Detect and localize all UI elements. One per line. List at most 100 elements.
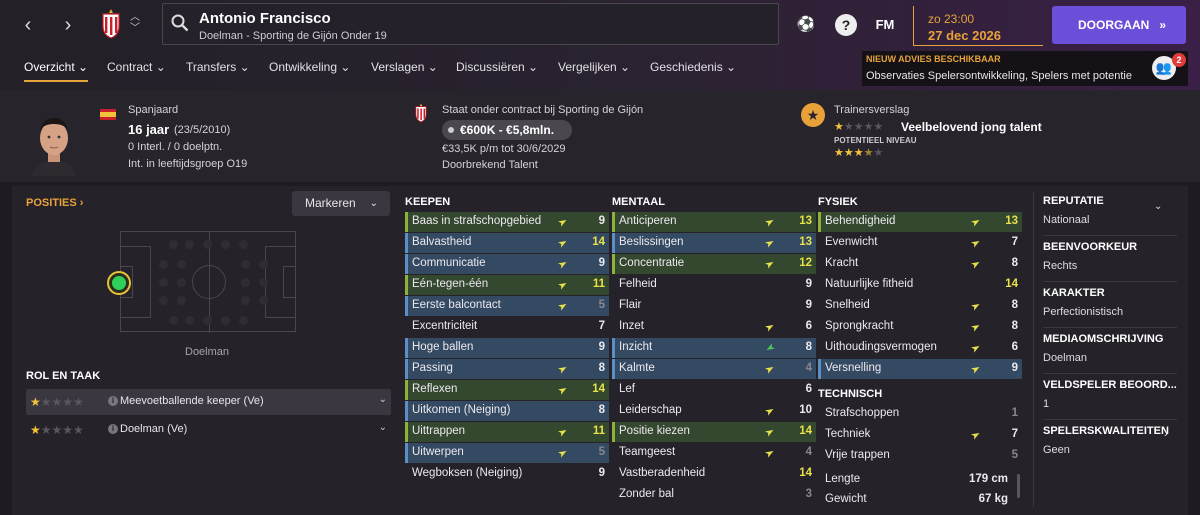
attribute-row[interactable]: Communicatie 9 bbox=[405, 254, 609, 274]
info-value: Doelman bbox=[1043, 352, 1088, 364]
attribute-name: Beslissingen bbox=[619, 236, 684, 248]
attribute-value: 8 bbox=[1011, 299, 1018, 311]
attribute-row[interactable]: Strafschoppen 1 bbox=[818, 404, 1022, 424]
attribute-name: Kracht bbox=[825, 257, 859, 269]
trend-arrow-icon bbox=[765, 220, 774, 227]
attribute-row[interactable]: Sprongkracht 8 bbox=[818, 317, 1022, 337]
attribute-row[interactable]: Uithoudingsvermogen 6 bbox=[818, 338, 1022, 358]
attribute-row[interactable]: Inzicht 8 bbox=[612, 338, 816, 358]
chevron-down-icon[interactable]: ⌄ bbox=[379, 394, 387, 405]
info-icon[interactable]: i bbox=[108, 396, 118, 406]
attribute-row[interactable]: Baas in strafschopgebied 9 bbox=[405, 212, 609, 232]
tab-discussieren[interactable]: Discussiëren ⌄ bbox=[456, 60, 538, 74]
attribute-row[interactable]: Kracht 8 bbox=[818, 254, 1022, 274]
attribute-row[interactable]: Reflexen 14 bbox=[405, 380, 609, 400]
player-search-box[interactable]: Antonio Francisco Doelman - Sporting de … bbox=[162, 3, 779, 45]
attribute-row[interactable]: Evenwicht 7 bbox=[818, 233, 1022, 253]
attribute-row[interactable]: Excentriciteit 7 bbox=[405, 317, 609, 337]
attribute-value: 9 bbox=[805, 299, 812, 311]
scrollbar[interactable] bbox=[1017, 474, 1020, 498]
info-value: Perfectionistisch bbox=[1043, 306, 1124, 318]
role-row[interactable]: ★★★★★ i Meevoetballende keeper (Ve) ⌄ bbox=[26, 389, 391, 415]
attribute-name: Natuurlijke fitheid bbox=[825, 278, 914, 290]
attribute-row[interactable]: Hoge ballen 9 bbox=[405, 338, 609, 358]
position-pitch bbox=[120, 231, 296, 333]
role-row[interactable]: ★★★★★ i Doelman (Ve) ⌄ bbox=[26, 417, 391, 443]
attribute-row[interactable]: Zonder bal 3 bbox=[612, 485, 816, 505]
attribute-value: 1 bbox=[1011, 407, 1018, 419]
attribute-row[interactable]: Uitwerpen 5 bbox=[405, 443, 609, 463]
length-label: Lengte bbox=[825, 473, 861, 485]
attribute-row[interactable]: Balvastheid 14 bbox=[405, 233, 609, 253]
info-title: BEENVOORKEUR bbox=[1043, 241, 1138, 253]
player-name: Antonio Francisco bbox=[199, 10, 331, 27]
attribute-value: 9 bbox=[598, 215, 605, 227]
attribute-row[interactable]: Anticiperen 13 bbox=[612, 212, 816, 232]
chevron-down-icon[interactable]: ⌄ bbox=[379, 422, 387, 433]
attribute-row[interactable]: Eerste balcontact 5 bbox=[405, 296, 609, 316]
tab-geschiedenis[interactable]: Geschiedenis ⌄ bbox=[650, 60, 736, 74]
weight-label: Gewicht bbox=[825, 493, 867, 505]
attribute-row[interactable]: Inzet 6 bbox=[612, 317, 816, 337]
attribute-row[interactable]: Felheid 9 bbox=[612, 275, 816, 295]
attribute-row[interactable]: Techniek 7 bbox=[818, 425, 1022, 445]
attribute-row[interactable]: Uitkomen (Neiging) 8 bbox=[405, 401, 609, 421]
fm-logo[interactable]: FM bbox=[871, 14, 899, 36]
chevron-down-icon[interactable]: ⌄ bbox=[1154, 201, 1162, 212]
trend-arrow-icon bbox=[765, 430, 774, 437]
attribute-row[interactable]: Teamgeest 4 bbox=[612, 443, 816, 463]
up-down-icon[interactable]: ︿ ﹀ bbox=[130, 12, 140, 34]
tab-vergelijken[interactable]: Vergelijken ⌄ bbox=[558, 60, 630, 74]
advice-notification[interactable]: NIEUW ADVIES BESCHIKBAAR Observaties Spe… bbox=[862, 51, 1188, 86]
attribute-row[interactable]: Natuurlijke fitheid 14 bbox=[818, 275, 1022, 295]
tab-transfers[interactable]: Transfers ⌄ bbox=[186, 60, 250, 74]
continue-button[interactable]: DOORGAAN » bbox=[1052, 6, 1186, 44]
attribute-value: 9 bbox=[805, 278, 812, 290]
attribute-row[interactable]: Behendigheid 13 bbox=[818, 212, 1022, 232]
goalkeeper-position-marker[interactable] bbox=[109, 273, 129, 293]
back-arrow-icon[interactable]: ‹ bbox=[14, 10, 42, 40]
attribute-name: Felheid bbox=[619, 278, 657, 290]
mark-dropdown[interactable]: Markeren ⌄ bbox=[292, 191, 390, 216]
attribute-row[interactable]: Vastberadenheid 14 bbox=[612, 464, 816, 484]
forward-arrow-icon[interactable]: › bbox=[54, 10, 82, 40]
value-pill[interactable]: €600K - €5,8mln. bbox=[442, 120, 572, 140]
attribute-row[interactable]: Flair 9 bbox=[612, 296, 816, 316]
attribute-row[interactable]: Beslissingen 13 bbox=[612, 233, 816, 253]
attribute-value: 8 bbox=[1011, 257, 1018, 269]
info-icon[interactable]: i bbox=[108, 424, 118, 434]
attribute-row[interactable]: Vrije trappen 5 bbox=[818, 446, 1022, 466]
attribute-row[interactable]: Concentratie 12 bbox=[612, 254, 816, 274]
attribute-row[interactable]: Kalmte 4 bbox=[612, 359, 816, 379]
tab-ontwikkeling[interactable]: Ontwikkeling ⌄ bbox=[269, 60, 350, 74]
attribute-value: 8 bbox=[805, 341, 812, 353]
trend-arrow-icon bbox=[558, 220, 567, 227]
trend-arrow-icon bbox=[558, 262, 567, 269]
club-crest-icon[interactable] bbox=[100, 9, 122, 39]
chevron-right-icon[interactable]: › bbox=[1164, 425, 1168, 440]
attribute-row[interactable]: Positie kiezen 14 bbox=[612, 422, 816, 442]
attribute-name: Inzet bbox=[619, 320, 644, 332]
attribute-value: 5 bbox=[598, 446, 605, 458]
attribute-row[interactable]: Leiderschap 10 bbox=[612, 401, 816, 421]
help-icon[interactable]: ? bbox=[835, 14, 857, 36]
attribute-row[interactable]: Lef 6 bbox=[612, 380, 816, 400]
tab-verslagen[interactable]: Verslagen ⌄ bbox=[371, 60, 438, 74]
attribute-row[interactable]: Versnelling 9 bbox=[818, 359, 1022, 379]
trend-arrow-icon bbox=[971, 346, 980, 353]
attribute-value: 14 bbox=[592, 383, 605, 395]
attribute-row[interactable]: Passing 8 bbox=[405, 359, 609, 379]
football-icon[interactable]: ⚽ bbox=[795, 14, 817, 36]
attribute-row[interactable]: Snelheid 8 bbox=[818, 296, 1022, 316]
tab-overzicht[interactable]: Overzicht ⌄ bbox=[24, 60, 89, 82]
attribute-row[interactable]: Eén-tegen-één 11 bbox=[405, 275, 609, 295]
tab-contract[interactable]: Contract ⌄ bbox=[107, 60, 166, 74]
role-stars: ★★★★★ bbox=[30, 423, 84, 437]
attribute-name: Techniek bbox=[825, 428, 871, 440]
attribute-name: Strafschoppen bbox=[825, 407, 900, 419]
positions-title[interactable]: POSITIES › bbox=[26, 197, 83, 209]
attribute-row[interactable]: Wegboksen (Neiging) 9 bbox=[405, 464, 609, 484]
attribute-value: 8 bbox=[598, 362, 605, 374]
date-box: zo 23:00 27 dec 2026 bbox=[913, 6, 1043, 46]
attribute-row[interactable]: Uittrappen 11 bbox=[405, 422, 609, 442]
